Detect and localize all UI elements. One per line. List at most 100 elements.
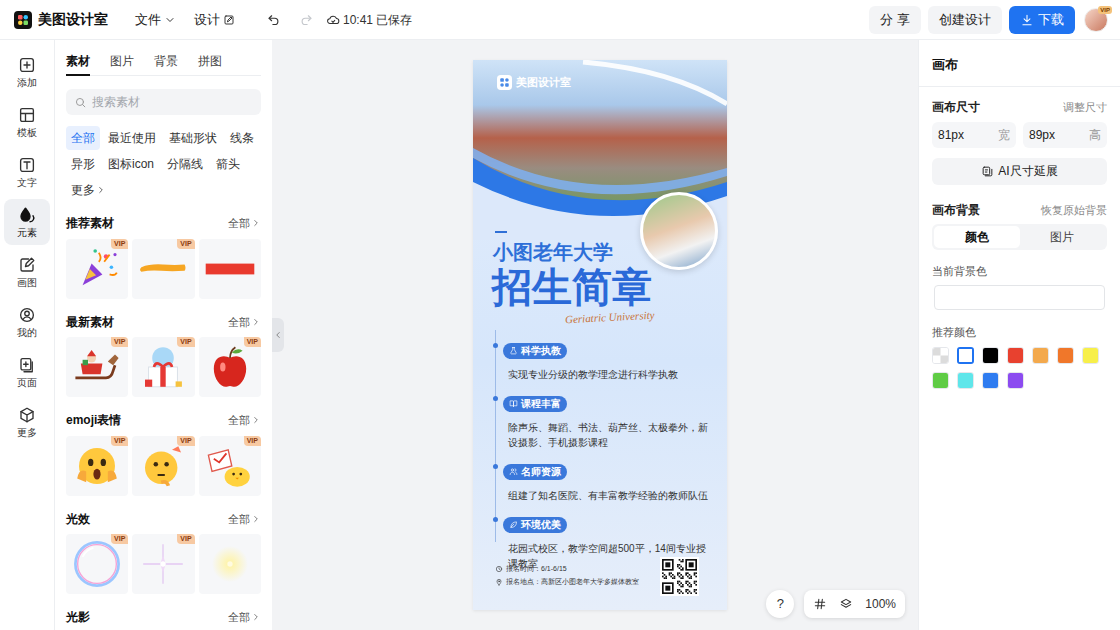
swatch-fill — [958, 373, 973, 388]
panel-tab[interactable]: 图片 — [110, 52, 134, 76]
redo-button[interactable] — [299, 12, 314, 27]
feature-list: 科学执教实现专业分级的教学理念进行科学执教课程丰富除声乐、舞蹈、书法、葫芦丝、太… — [503, 338, 715, 571]
workspace: 添加模板文字元素画图我的页面更多素材图片背景拼图全部最近使用基础形状线条异形图标… — [0, 40, 1120, 630]
mode-option[interactable]: 颜色 — [934, 226, 1020, 248]
category-chip[interactable]: 图标icon — [103, 152, 159, 176]
category-chip[interactable]: 全部 — [66, 126, 100, 150]
asset-thumb[interactable] — [199, 534, 261, 594]
asset-thumb[interactable]: VIP — [66, 239, 128, 299]
toolbar-button[interactable]: 分 享 — [869, 6, 921, 34]
category-chip[interactable]: 箭头 — [211, 152, 245, 176]
color-swatch[interactable] — [1032, 347, 1049, 364]
asset-thumb[interactable]: VIP — [199, 436, 261, 496]
asset-grid: VIP VIP VIP — [66, 436, 261, 496]
asset-thumb[interactable]: VIP — [66, 337, 128, 397]
color-swatch[interactable] — [1082, 347, 1099, 364]
clock-icon — [495, 565, 503, 573]
panel-tab[interactable]: 拼图 — [198, 52, 222, 76]
feature-icon — [509, 467, 518, 476]
search-input[interactable] — [92, 93, 253, 111]
category-chip[interactable]: 分隔线 — [162, 152, 208, 176]
asset-thumb[interactable]: VIP — [66, 534, 128, 594]
color-swatch[interactable] — [982, 372, 999, 389]
feature-label: 科学执教 — [503, 343, 567, 359]
inspector-header: 画布 — [919, 52, 1120, 87]
current-color-field[interactable] — [934, 285, 1105, 310]
toolbar-button[interactable]: 创建设计 — [928, 6, 1002, 34]
asset-thumb[interactable]: VIP — [199, 337, 261, 397]
tool-rail: 添加模板文字元素画图我的页面更多 — [0, 40, 55, 630]
asset-thumb[interactable]: VIP — [66, 436, 128, 496]
rail-item[interactable]: 模板 — [4, 99, 50, 145]
color-swatch[interactable] — [932, 347, 949, 364]
panel-tab[interactable]: 素材 — [66, 52, 90, 76]
vip-badge: VIP — [111, 337, 128, 347]
undo-button[interactable] — [266, 12, 281, 27]
color-swatch[interactable] — [1007, 347, 1024, 364]
resize-link[interactable]: 调整尺寸 — [1063, 99, 1107, 116]
rail-item[interactable]: 文字 — [4, 149, 50, 195]
see-all-link[interactable]: 全部 — [228, 314, 261, 331]
feature-label: 课程丰富 — [503, 396, 567, 412]
feature-label: 环境优美 — [503, 517, 567, 533]
grid-button[interactable] — [813, 597, 827, 611]
asset-thumb[interactable]: VIP — [132, 239, 194, 299]
save-status: 10:41 已保存 — [326, 11, 412, 29]
thinking-icon — [136, 439, 190, 493]
asset-thumb[interactable]: VIP — [132, 534, 194, 594]
vip-badge: VIP — [177, 436, 194, 446]
poster-canvas[interactable]: 美图设计室小图老年大学招生简章Geriatric University科学执教实… — [473, 60, 727, 610]
menu-item[interactable]: 设计 — [194, 10, 235, 30]
reset-background-link[interactable]: 恢复原始背景 — [1041, 202, 1107, 219]
help-button[interactable]: ? — [766, 590, 794, 618]
menu-item[interactable]: 文件 — [135, 10, 176, 30]
confetti-icon — [70, 242, 124, 296]
collapse-handle[interactable] — [272, 318, 284, 352]
width-field[interactable]: 81px宽 — [932, 122, 1016, 148]
sleigh-icon — [70, 340, 124, 394]
rail-item[interactable]: 添加 — [4, 49, 50, 95]
asset-thumb[interactable] — [199, 239, 261, 299]
size-fields: 81px宽 89px高 — [932, 122, 1107, 148]
category-chip[interactable]: 异形 — [66, 152, 100, 176]
download-button[interactable]: 下载 — [1009, 6, 1075, 34]
category-chip[interactable]: 更多 — [66, 178, 111, 202]
color-swatch[interactable] — [957, 372, 974, 389]
rail-item[interactable]: 画图 — [4, 249, 50, 295]
edit-icon — [223, 14, 235, 26]
template-icon — [18, 106, 36, 124]
feature-desc: 实现专业分级的教学理念进行科学执教 — [503, 367, 715, 382]
category-chip[interactable]: 线条 — [225, 126, 259, 150]
height-field[interactable]: 89px高 — [1023, 122, 1107, 148]
layers-button[interactable] — [839, 597, 853, 611]
feature-icon — [509, 346, 518, 355]
layers-icon — [839, 597, 853, 611]
zoom-level[interactable]: 100% — [865, 595, 896, 613]
asset-thumb[interactable]: VIP — [132, 436, 194, 496]
swatch-fill — [933, 348, 948, 363]
color-swatch[interactable] — [1057, 347, 1074, 364]
see-all-link[interactable]: 全部 — [228, 511, 261, 528]
see-all-link[interactable]: 全部 — [228, 609, 261, 626]
timeline-dot — [493, 464, 498, 469]
user-avatar[interactable]: VIP — [1084, 8, 1108, 32]
category-chip[interactable]: 基础形状 — [164, 126, 222, 150]
ai-extend-button[interactable]: AI尺寸延展 — [932, 158, 1107, 185]
color-swatch[interactable] — [932, 372, 949, 389]
asset-section: 光效全部VIPVIP — [66, 511, 261, 595]
color-swatch[interactable] — [1007, 372, 1024, 389]
color-swatch[interactable] — [957, 347, 974, 364]
chevron-right-icon — [251, 218, 261, 228]
rail-item[interactable]: 我的 — [4, 299, 50, 345]
rail-item[interactable]: 更多 — [4, 399, 50, 445]
panel-tab[interactable]: 背景 — [154, 52, 178, 76]
see-all-link[interactable]: 全部 — [228, 215, 261, 232]
mode-option[interactable]: 图片 — [1020, 226, 1106, 248]
see-all-link[interactable]: 全部 — [228, 412, 261, 429]
category-chip[interactable]: 最近使用 — [103, 126, 161, 150]
color-swatch[interactable] — [982, 347, 999, 364]
rail-item[interactable]: 元素 — [4, 199, 50, 245]
rail-item[interactable]: 页面 — [4, 349, 50, 395]
app-logo[interactable]: 美图设计室 — [14, 9, 108, 30]
asset-thumb[interactable]: VIP — [132, 337, 194, 397]
